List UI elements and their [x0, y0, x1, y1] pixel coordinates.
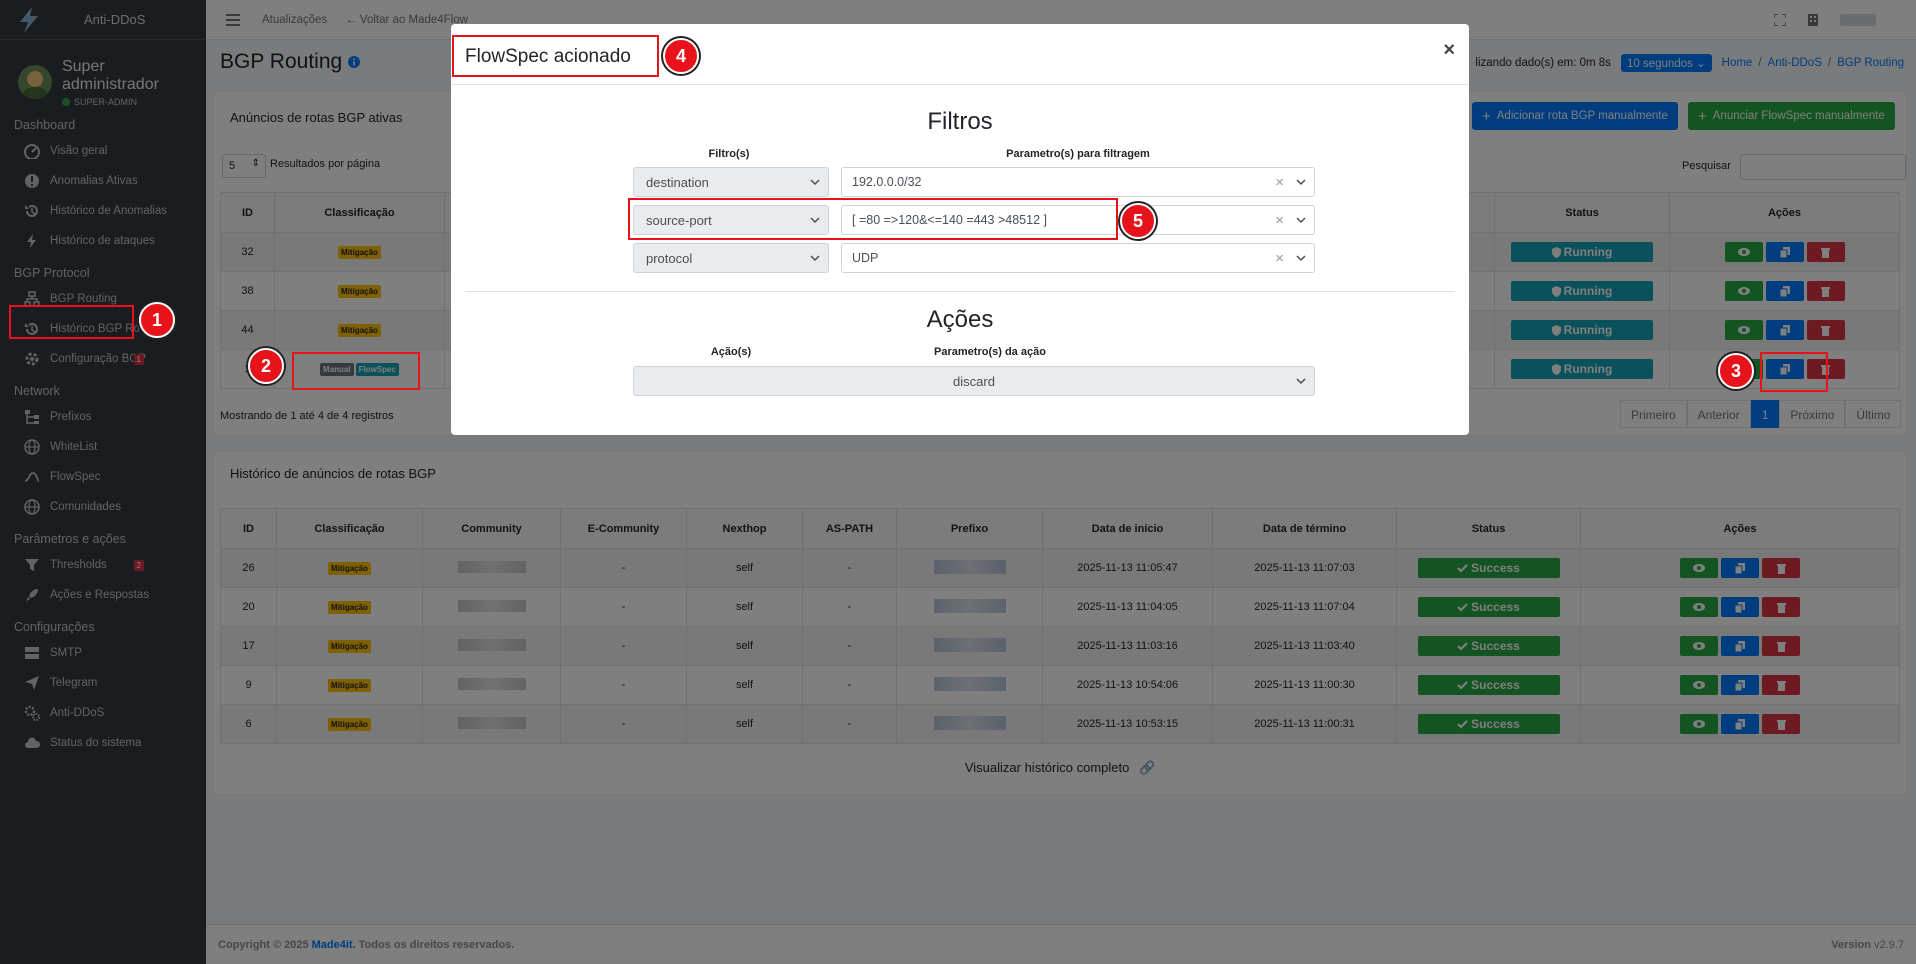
chevron-down-icon[interactable] [1296, 178, 1306, 186]
divider [465, 291, 1455, 292]
clear-icon[interactable]: × [1275, 212, 1284, 229]
actions-heading: Ações [926, 306, 994, 333]
annotation-badge-3: 3 [1718, 353, 1754, 389]
filter-type-select-1[interactable]: destination [633, 167, 829, 197]
close-icon[interactable]: × [1443, 39, 1455, 62]
filter-param-value: UDP [852, 251, 879, 265]
annotation-badge-1: 1 [139, 302, 175, 338]
chevron-down-icon [810, 179, 820, 186]
annotation-highlight-modal-title [452, 35, 659, 77]
annotation-badge-4: 4 [663, 38, 699, 74]
action-select[interactable]: discard [633, 366, 1315, 396]
filter-param-input-3[interactable]: UDP × [841, 243, 1315, 273]
filter-param-input-1[interactable]: 192.0.0.0/32 × [841, 167, 1315, 197]
filters-heading: Filtros [927, 108, 993, 135]
chevron-down-icon [1296, 378, 1306, 385]
filter-col-header: Filtro(s) [708, 148, 750, 160]
chevron-down-icon [810, 255, 820, 262]
annotation-highlight-bgp-routing [9, 305, 134, 339]
clear-icon[interactable]: × [1275, 250, 1284, 267]
annotation-highlight-badges [292, 352, 420, 390]
param-col-header: Parametro(s) para filtragem [1006, 148, 1150, 160]
clear-icon[interactable]: × [1275, 174, 1284, 191]
action-param-col-header: Parametro(s) da ação [934, 346, 1046, 358]
chevron-down-icon[interactable] [1296, 254, 1306, 262]
action-col-header: Ação(s) [710, 346, 752, 358]
filter-type-value: protocol [646, 250, 693, 266]
filter-type-select-3[interactable]: protocol [633, 243, 829, 273]
annotation-highlight-view-button [1760, 352, 1828, 392]
annotation-badge-5: 5 [1120, 203, 1156, 239]
filter-param-value: 192.0.0.0/32 [852, 175, 922, 189]
action-value: discard [953, 373, 995, 389]
annotation-badge-2: 2 [248, 348, 284, 384]
annotation-highlight-source-port [628, 198, 1118, 240]
chevron-down-icon[interactable] [1296, 216, 1306, 224]
filter-type-value: destination [646, 174, 709, 190]
